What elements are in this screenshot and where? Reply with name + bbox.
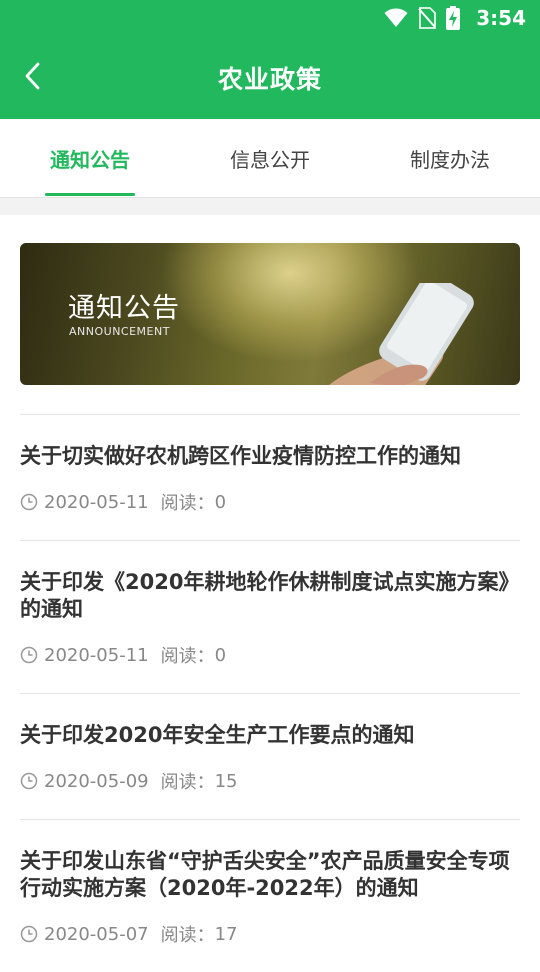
read-count: 0 xyxy=(214,644,227,666)
section-divider xyxy=(0,197,540,215)
announcement-banner[interactable]: 通知公告 ANNOUNCEMENT xyxy=(20,243,520,385)
read-label: 阅读： xyxy=(160,646,215,667)
item-title: 关于印发《2020年耕地轮作休耕制度试点实施方案》的通知 xyxy=(20,570,520,621)
item-title: 关于切实做好农机跨区作业疫情防控工作的通知 xyxy=(20,444,461,468)
page-title: 农业政策 xyxy=(217,65,322,94)
tab-bar: 通知公告 信息公开 制度办法 xyxy=(0,119,540,197)
read-count: 0 xyxy=(214,491,227,513)
no-sim-icon xyxy=(418,7,437,29)
read-count: 17 xyxy=(214,923,238,945)
item-title: 关于印发山东省“守护舌尖安全”农产品质量安全专项行动实施方案（2020年-202… xyxy=(20,849,510,900)
back-button[interactable] xyxy=(10,56,54,100)
tab-regulations-label: 制度办法 xyxy=(410,147,490,172)
clock-icon xyxy=(20,493,38,511)
tab-notices-label: 通知公告 xyxy=(50,147,130,172)
item-date: 2020-05-11 xyxy=(44,491,149,513)
item-meta: 2020-05-07 阅读： 17 xyxy=(20,921,520,972)
status-clock: 3:54 xyxy=(476,6,526,30)
item-title: 关于印发2020年安全生产工作要点的通知 xyxy=(20,723,415,747)
read-label: 阅读： xyxy=(160,772,215,793)
list-item[interactable]: 关于印发山东省“守护舌尖安全”农产品质量安全专项行动实施方案（2020年-202… xyxy=(20,819,520,972)
app-header: 3:54 农业政策 xyxy=(0,0,540,119)
clock-icon xyxy=(20,772,38,790)
item-meta: 2020-05-11 阅读： 0 xyxy=(20,489,520,540)
list-item[interactable]: 关于印发2020年安全生产工作要点的通知 2020-05-09 阅读： 15 xyxy=(20,693,520,819)
hand-phone-image xyxy=(280,272,480,385)
wifi-icon xyxy=(384,8,408,28)
tab-public-info-label: 信息公开 xyxy=(230,147,310,172)
status-bar: 3:54 xyxy=(0,0,540,36)
chevron-left-icon xyxy=(24,62,40,94)
list-item[interactable]: 关于印发《2020年耕地轮作休耕制度试点实施方案》的通知 2020-05-11 … xyxy=(20,540,520,693)
notice-list: 关于切实做好农机跨区作业疫情防控工作的通知 2020-05-11 阅读： 0 关… xyxy=(20,414,520,972)
tab-public-info[interactable]: 信息公开 xyxy=(180,119,360,197)
read-label: 阅读： xyxy=(160,925,215,946)
item-meta: 2020-05-11 阅读： 0 xyxy=(20,642,520,693)
battery-charging-icon xyxy=(446,6,461,30)
tab-regulations[interactable]: 制度办法 xyxy=(360,119,540,197)
read-label: 阅读： xyxy=(160,493,215,514)
item-meta: 2020-05-09 阅读： 15 xyxy=(20,768,520,819)
banner-subtitle: ANNOUNCEMENT xyxy=(69,325,170,338)
read-count: 15 xyxy=(214,770,238,792)
list-item[interactable]: 关于切实做好农机跨区作业疫情防控工作的通知 2020-05-11 阅读： 0 xyxy=(20,414,520,540)
item-date: 2020-05-07 xyxy=(44,923,149,945)
clock-icon xyxy=(20,925,38,943)
item-date: 2020-05-11 xyxy=(44,644,149,666)
tab-notices[interactable]: 通知公告 xyxy=(0,119,180,197)
clock-icon xyxy=(20,646,38,664)
banner-title: 通知公告 xyxy=(68,293,180,324)
item-date: 2020-05-09 xyxy=(44,770,149,792)
nav-bar: 农业政策 xyxy=(0,40,540,116)
active-tab-indicator xyxy=(45,193,135,196)
